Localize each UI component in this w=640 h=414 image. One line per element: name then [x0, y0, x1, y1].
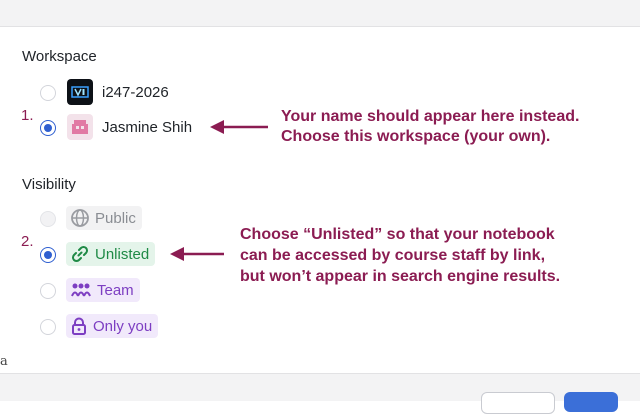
workspace-avatar-i247-icon — [67, 79, 93, 105]
visibility-option-only-you[interactable]: Only you — [66, 314, 159, 338]
visibility-option-unlisted[interactable]: Unlisted — [66, 242, 156, 266]
annotation-step2-line1: Choose “Unlisted” so that your notebook — [240, 226, 555, 243]
workspace-logo-icon — [71, 86, 89, 98]
arrow-left-icon — [170, 247, 224, 261]
workspace-radio-i247-2026[interactable] — [40, 85, 56, 101]
annotation-step2-line3: but won’t appear in search engine result… — [240, 268, 561, 285]
visibility-radio-only-you[interactable] — [40, 319, 56, 335]
annotation-step1-line2: Choose this workspace (your own). — [281, 128, 551, 145]
workspace-option-jasmine-shih[interactable]: Jasmine Shih — [102, 119, 192, 136]
dialog-top-bar — [0, 0, 640, 27]
annotation-step1-line1: Your name should appear here instead. — [281, 108, 580, 125]
arrow-left-icon — [210, 120, 268, 134]
step-number-1: 1. — [21, 107, 34, 124]
visibility-label-only-you: Only you — [93, 317, 153, 335]
dialog-footer — [0, 373, 640, 414]
workspace-heading: Workspace — [22, 48, 97, 65]
user-avatar-icon — [67, 114, 93, 140]
workspace-radio-jasmine-shih[interactable] — [40, 120, 56, 136]
link-icon — [71, 245, 89, 263]
visibility-radio-team[interactable] — [40, 283, 56, 299]
visibility-label-team: Team — [97, 281, 134, 299]
globe-icon — [71, 209, 89, 227]
visibility-option-team[interactable]: Team — [66, 278, 140, 302]
visibility-radio-unlisted[interactable] — [40, 247, 56, 263]
identicon-icon — [72, 120, 88, 134]
workspace-option-i247-2026[interactable]: i247-2026 — [102, 84, 169, 101]
visibility-label-unlisted: Unlisted — [95, 245, 150, 263]
visibility-option-public: Public — [66, 206, 142, 230]
lock-icon — [72, 317, 86, 335]
step-number-2: 2. — [21, 233, 34, 250]
publish-button[interactable] — [564, 392, 618, 412]
visibility-label-public: Public — [95, 209, 136, 227]
team-icon — [71, 283, 91, 297]
cancel-button[interactable] — [481, 392, 555, 414]
annotation-step2-line2: can be accessed by course staff by link, — [240, 247, 546, 264]
cropped-edge-text: a — [0, 354, 8, 369]
visibility-radio-public — [40, 211, 56, 227]
visibility-heading: Visibility — [22, 176, 76, 193]
